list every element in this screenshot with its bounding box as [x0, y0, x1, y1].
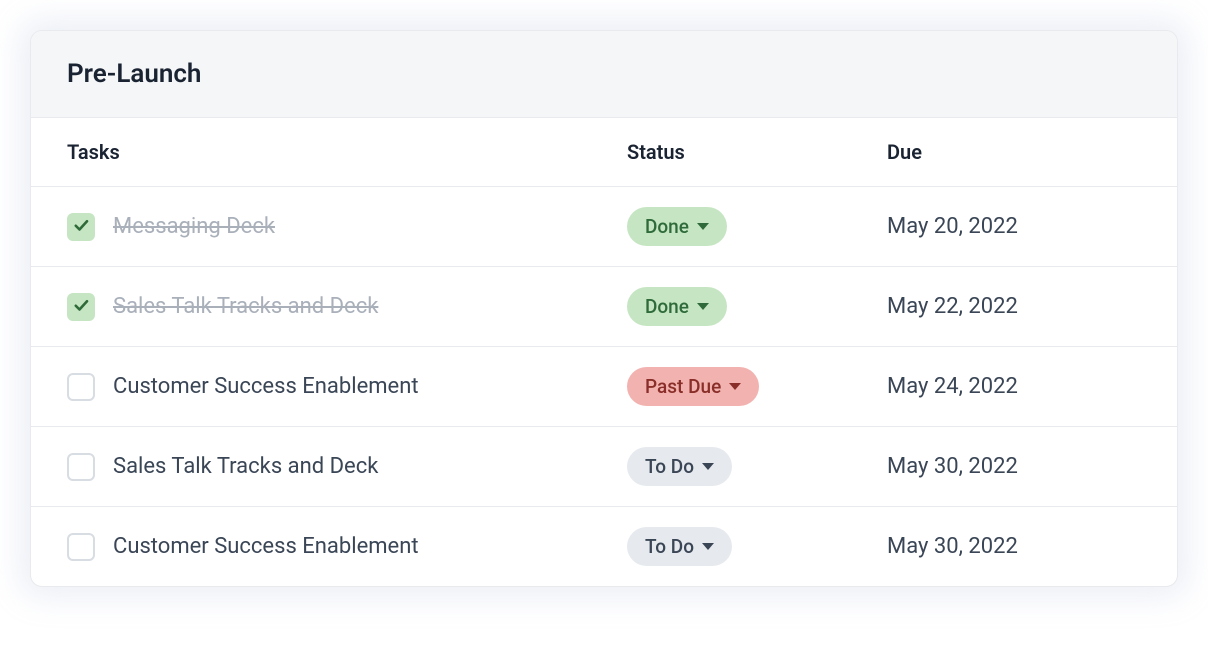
card-header: Pre-Launch	[31, 31, 1177, 118]
check-icon	[72, 216, 90, 238]
task-section-card: Pre-Launch Tasks Status Due Messaging De…	[30, 30, 1178, 587]
task-cell: Sales Talk Tracks and Deck	[67, 453, 627, 481]
task-cell: Messaging Deck	[67, 213, 627, 241]
due-date: May 20, 2022	[887, 214, 1141, 239]
due-date: May 22, 2022	[887, 294, 1141, 319]
task-checkbox[interactable]	[67, 213, 95, 241]
status-cell: To Do	[627, 447, 887, 486]
status-dropdown[interactable]: To Do	[627, 527, 732, 566]
chevron-down-icon	[729, 383, 741, 390]
chevron-down-icon	[702, 543, 714, 550]
chevron-down-icon	[697, 223, 709, 230]
column-header-row: Tasks Status Due	[31, 118, 1177, 187]
status-label: Done	[645, 215, 689, 238]
status-dropdown[interactable]: Past Due	[627, 367, 759, 406]
status-dropdown[interactable]: To Do	[627, 447, 732, 486]
task-cell: Customer Success Enablement	[67, 533, 627, 561]
task-checkbox[interactable]	[67, 373, 95, 401]
section-title: Pre-Launch	[67, 59, 1141, 89]
task-rows-container: Messaging Deck Done May 20, 2022 Sales Talk…	[31, 187, 1177, 586]
task-row: Customer Success Enablement Past Due May 2…	[31, 347, 1177, 427]
task-checkbox[interactable]	[67, 293, 95, 321]
task-row: Customer Success Enablement To Do May 30, …	[31, 507, 1177, 586]
task-row: Sales Talk Tracks and Deck To Do May 30, 2…	[31, 427, 1177, 507]
column-header-tasks: Tasks	[67, 140, 627, 164]
due-date: May 30, 2022	[887, 454, 1141, 479]
task-checkbox[interactable]	[67, 533, 95, 561]
status-label: To Do	[645, 455, 694, 478]
status-label: To Do	[645, 535, 694, 558]
status-label: Done	[645, 295, 689, 318]
task-row: Sales Talk Tracks and Deck Done May 22, 20…	[31, 267, 1177, 347]
chevron-down-icon	[697, 303, 709, 310]
task-name[interactable]: Customer Success Enablement	[113, 374, 419, 399]
status-dropdown[interactable]: Done	[627, 287, 727, 326]
chevron-down-icon	[702, 463, 714, 470]
status-cell: Past Due	[627, 367, 887, 406]
status-label: Past Due	[645, 375, 721, 398]
status-cell: Done	[627, 207, 887, 246]
task-name[interactable]: Sales Talk Tracks and Deck	[113, 454, 378, 479]
check-icon	[72, 296, 90, 318]
column-header-due: Due	[887, 140, 1141, 164]
due-date: May 24, 2022	[887, 374, 1141, 399]
task-name[interactable]: Messaging Deck	[113, 214, 275, 239]
status-cell: To Do	[627, 527, 887, 566]
task-row: Messaging Deck Done May 20, 2022	[31, 187, 1177, 267]
due-date: May 30, 2022	[887, 534, 1141, 559]
status-cell: Done	[627, 287, 887, 326]
task-cell: Sales Talk Tracks and Deck	[67, 293, 627, 321]
task-checkbox[interactable]	[67, 453, 95, 481]
column-header-status: Status	[627, 140, 887, 164]
task-name[interactable]: Customer Success Enablement	[113, 534, 419, 559]
status-dropdown[interactable]: Done	[627, 207, 727, 246]
task-cell: Customer Success Enablement	[67, 373, 627, 401]
task-name[interactable]: Sales Talk Tracks and Deck	[113, 294, 378, 319]
